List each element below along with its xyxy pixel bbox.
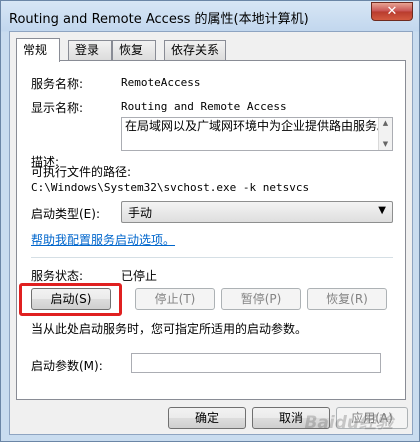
display-name-value: Routing and Remote Access [121,100,287,113]
scroll-up-icon[interactable]: ▲ [381,119,390,128]
help-configure-link[interactable]: 帮助我配置服务启动选项。 [31,231,175,248]
window-title: Routing and Remote Access 的属性(本地计算机) [9,12,309,27]
close-icon: ✕ [386,4,398,19]
service-status-label: 服务状态: [31,269,84,283]
pause-button[interactable]: 暂停(P) [221,288,301,310]
startup-type-dropdown[interactable]: 手动 ▼ [121,201,393,223]
close-button[interactable]: ✕ [371,2,413,21]
service-name-value: RemoteAccess [121,76,201,89]
scroll-down-icon[interactable]: ▼ [381,140,390,149]
startup-type-label: 启动类型(E): [31,207,100,221]
start-params-label: 启动参数(M): [31,359,103,373]
stop-button[interactable]: 停止(T) [135,288,215,310]
service-status-value: 已停止 [121,269,158,283]
service-name-label: 服务名称: [31,77,84,91]
start-button[interactable]: 启动(S) [31,288,111,310]
ok-button[interactable]: 确定 [168,407,246,429]
chevron-down-icon: ▼ [378,205,386,216]
properties-dialog: Routing and Remote Access 的属性(本地计算机) ✕ 常… [0,0,420,442]
tab-dependencies[interactable]: 依存关系 [164,40,226,60]
exe-path-value: C:\Windows\System32\svchost.exe -k netsv… [31,181,310,194]
resume-button[interactable]: 恢复(R) [307,288,387,310]
dialog-client-area: 常规 登录 恢复 依存关系 服务名称: RemoteAccess 显示名称: R… [9,31,413,435]
display-name-label: 显示名称: [31,101,84,115]
title-bar[interactable]: Routing and Remote Access 的属性(本地计算机) ✕ [1,1,419,31]
tab-logon[interactable]: 登录 [68,40,112,60]
watermark: Baidu经验 [304,413,393,433]
tab-recovery[interactable]: 恢复 [112,40,156,60]
exe-path-label: 可执行文件的路径: [31,165,132,179]
description-text: 在局域网以及广域网环境中为企业提供路由服务。 [125,119,390,133]
general-tab-panel: 服务名称: RemoteAccess 显示名称: Routing and Rem… [16,60,406,400]
startup-type-value: 手动 [128,206,153,220]
description-textbox[interactable]: 在局域网以及广域网环境中为企业提供路由服务。 ▲ ▼ [121,117,393,151]
tab-general[interactable]: 常规 [16,38,60,62]
description-scrollbar[interactable]: ▲ ▼ [378,118,392,150]
divider [31,257,393,258]
start-params-input[interactable] [131,353,381,373]
start-params-hint: 当从此处启动服务时，您可指定所适用的启动参数。 [31,322,308,336]
